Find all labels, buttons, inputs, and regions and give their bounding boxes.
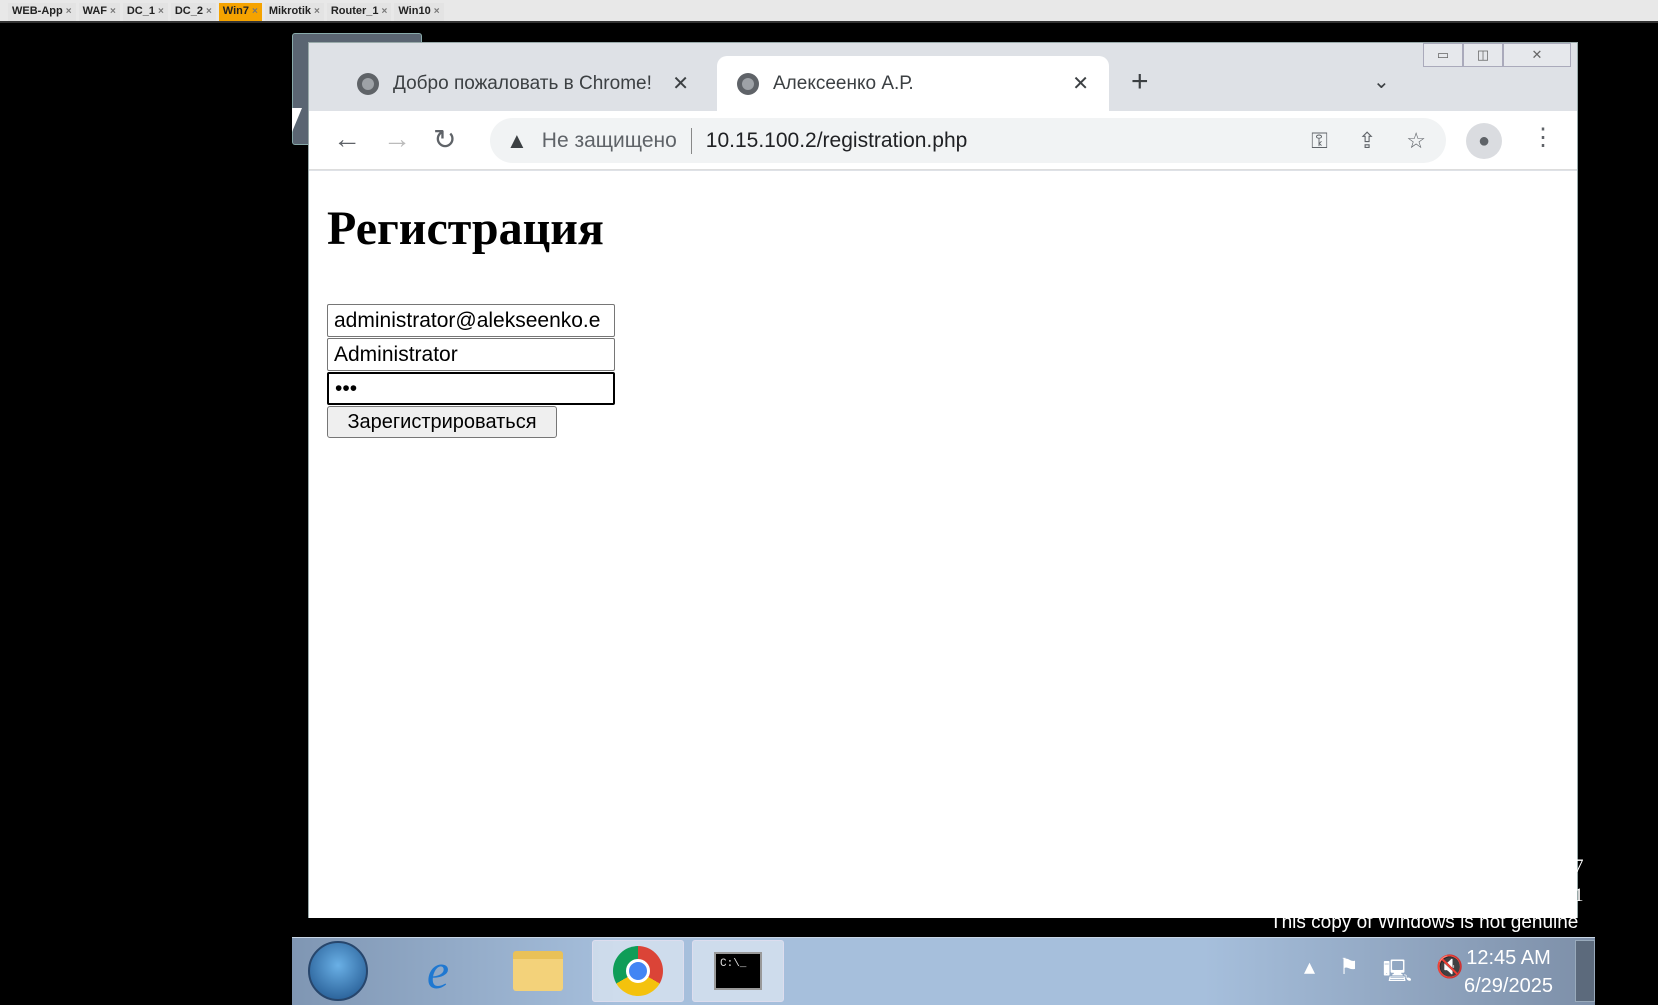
forward-icon[interactable]: → <box>383 123 411 155</box>
star-icon[interactable]: ☆ <box>1406 128 1426 154</box>
close-icon[interactable]: × <box>252 6 258 17</box>
desktop-text: 1 <box>1574 885 1584 906</box>
reload-icon[interactable]: ↻ <box>433 123 456 156</box>
chrome-icon <box>613 946 663 996</box>
clock-date: 6/29/2025 <box>1464 975 1553 997</box>
vm-tab-label: DC_1 <box>126 5 155 17</box>
browser-tab-welcome[interactable]: Добро пожаловать в Chrome! ✕ <box>339 56 709 111</box>
vm-tab-waf[interactable]: WAF × <box>78 3 120 21</box>
address-bar[interactable]: ▲ Не защищено 10.15.100.2/registration.p… <box>490 118 1446 163</box>
vm-tab-win7[interactable]: Win7 × <box>218 3 262 21</box>
globe-icon <box>737 72 759 95</box>
browser-toolbar: ← → ↻ ▲ Не защищено 10.15.100.2/registra… <box>309 111 1577 170</box>
globe-icon <box>357 72 379 95</box>
tab-close-icon[interactable]: ✕ <box>672 71 689 96</box>
chrome-window: ▭ ◫ ✕ Добро пожаловать в Chrome! ✕ Алекс… <box>308 42 1578 918</box>
tab-title: Добро пожаловать в Chrome! <box>393 72 652 94</box>
close-icon[interactable]: × <box>206 6 212 17</box>
tab-search-dropdown[interactable]: ⌄ <box>1373 69 1390 94</box>
menu-kebab-icon[interactable]: ⋮ <box>1531 123 1555 152</box>
windows-logo-icon <box>308 941 368 1001</box>
new-tab-button[interactable]: + <box>1131 65 1149 99</box>
close-icon[interactable]: × <box>110 6 116 17</box>
taskbar: e C:\_ ▴ ⚑ 🖳 🔇 12:45 AM 6/29/2025 <box>292 937 1595 1005</box>
vm-tab-label: DC_2 <box>174 5 203 17</box>
close-icon[interactable]: × <box>158 6 164 17</box>
taskbar-explorer[interactable] <box>492 940 584 1002</box>
maximize-button[interactable]: ◫ <box>1463 43 1503 67</box>
close-icon[interactable]: × <box>314 6 320 17</box>
taskbar-cmd[interactable]: C:\_ <box>692 940 784 1002</box>
vm-tab-label: Router_1 <box>330 5 379 17</box>
back-icon[interactable]: ← <box>333 123 361 155</box>
register-button[interactable]: Зарегистрироваться <box>327 406 557 438</box>
vm-tab-bar: WEB-App × WAF × DC_1 × DC_2 × Win7 × Mikrotik… <box>0 0 1658 23</box>
vm-tab-label: Win10 <box>398 5 431 17</box>
network-icon[interactable]: 🖳 <box>1383 954 1412 992</box>
name-input[interactable] <box>327 338 615 371</box>
vm-tab-router1[interactable]: Router_1 × <box>326 3 392 21</box>
password-input[interactable] <box>327 372 615 405</box>
page-title: Регистрация <box>327 202 604 255</box>
clock-time: 12:45 AM <box>1466 947 1551 969</box>
vm-tab-win10[interactable]: Win10 × <box>394 3 444 21</box>
vm-tab-label: WAF <box>82 5 108 17</box>
close-icon[interactable]: × <box>382 6 388 17</box>
key-icon[interactable]: ⚿ <box>1311 128 1328 154</box>
share-icon[interactable]: ⇪ <box>1358 128 1376 154</box>
close-icon[interactable]: × <box>66 6 72 17</box>
folder-icon <box>513 951 563 991</box>
mouse-cursor-icon <box>292 108 302 132</box>
taskbar-ie[interactable]: e <box>392 940 484 1002</box>
internet-explorer-icon: e <box>426 943 450 999</box>
browser-tab-active[interactable]: Алексеенко А.Р. ✕ <box>717 56 1109 111</box>
vm-tab-dc2[interactable]: DC_2 × <box>170 3 216 21</box>
desktop-text: 7 <box>1574 856 1584 877</box>
start-button[interactable] <box>292 940 384 1002</box>
minimize-button[interactable]: ▭ <box>1423 43 1463 67</box>
profile-avatar-icon[interactable]: ● <box>1466 123 1502 159</box>
not-secure-label[interactable]: Не защищено <box>542 129 677 153</box>
vm-tab-label: Win7 <box>222 5 249 17</box>
vm-tab-label: Mikrotik <box>268 5 312 17</box>
clock[interactable]: 12:45 AM 6/29/2025 <box>1464 944 1553 1000</box>
close-icon[interactable]: × <box>434 6 440 17</box>
window-controls: ▭ ◫ ✕ <box>1423 43 1571 67</box>
system-tray: ▴ ⚑ 🖳 🔇 <box>1304 954 1464 992</box>
vm-tab-dc1[interactable]: DC_1 × <box>122 3 168 21</box>
window-close-button[interactable]: ✕ <box>1503 43 1571 67</box>
email-input[interactable] <box>327 304 615 337</box>
vm-tab-label: WEB-App <box>12 5 63 17</box>
tab-title: Алексеенко А.Р. <box>773 72 914 94</box>
show-desktop-button[interactable] <box>1575 940 1595 1002</box>
taskbar-chrome[interactable] <box>592 940 684 1002</box>
action-center-flag-icon[interactable]: ⚑ <box>1339 954 1359 992</box>
not-genuine-notice: This copy of Windows is not genuine <box>1270 912 1579 933</box>
page-content: Регистрация Зарегистрироваться <box>309 171 1577 918</box>
vm-tab-web-app[interactable]: WEB-App × <box>8 3 76 21</box>
divider <box>690 127 692 154</box>
url-text[interactable]: 10.15.100.2/registration.php <box>706 129 968 153</box>
volume-muted-icon[interactable]: 🔇 <box>1436 954 1463 992</box>
cmd-icon: C:\_ <box>714 952 762 990</box>
warning-icon: ▲ <box>506 127 528 153</box>
show-hidden-icons[interactable]: ▴ <box>1304 954 1315 992</box>
tab-close-icon[interactable]: ✕ <box>1072 71 1089 96</box>
vm-tab-mikrotik[interactable]: Mikrotik × <box>264 3 324 21</box>
